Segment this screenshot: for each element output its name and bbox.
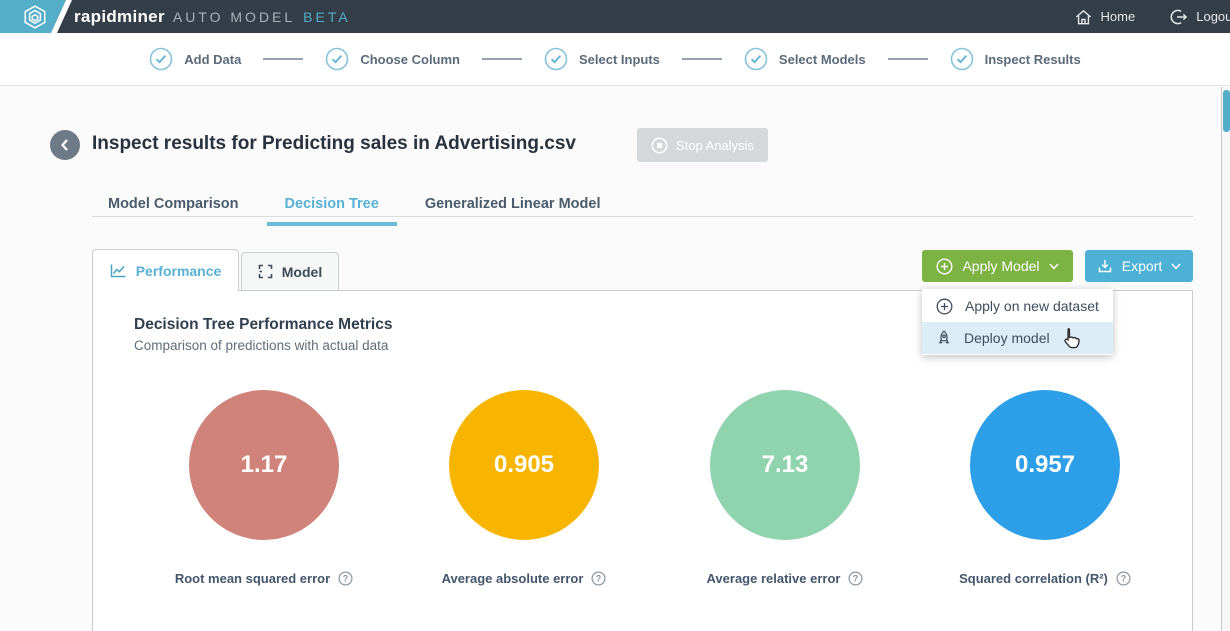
help-icon[interactable]: ? (338, 571, 353, 586)
home-label: Home (1101, 9, 1136, 24)
plus-circle-icon (936, 258, 953, 275)
tab-generalized-linear-model[interactable]: Generalized Linear Model (425, 190, 601, 226)
metric-label-text: Root mean squared error (175, 571, 330, 586)
stop-analysis-label: Stop Analysis (676, 138, 754, 153)
brand-product: AUTO MODEL (173, 9, 295, 25)
step-label: Inspect Results (985, 52, 1081, 67)
check-circle-icon (544, 47, 568, 71)
metric-circle-r-squared: 0.957 (970, 390, 1120, 540)
brand-name: rapidminer (74, 7, 165, 27)
stop-icon (651, 137, 668, 154)
home-icon (1074, 8, 1093, 26)
frame-icon (258, 264, 273, 279)
help-icon[interactable]: ? (848, 571, 863, 586)
model-tabs: Model Comparison Decision Tree Generaliz… (108, 190, 600, 226)
svg-text:?: ? (343, 574, 349, 584)
stop-analysis-button[interactable]: Stop Analysis (637, 128, 768, 162)
apply-model-menu: Apply on new dataset Deploy model (922, 289, 1113, 355)
metric-value: 0.957 (1015, 451, 1075, 479)
check-circle-icon (149, 47, 173, 71)
export-label: Export (1122, 258, 1162, 274)
metric-label-text: Average relative error (707, 571, 841, 586)
svg-text:?: ? (853, 574, 859, 584)
page-title: Inspect results for Predicting sales in … (92, 133, 576, 155)
apply-model-button[interactable]: Apply Model (922, 250, 1073, 282)
metric-label-rmse: Root mean squared error ? (114, 571, 414, 586)
metric-value: 7.13 (762, 451, 809, 479)
metric-label-text: Squared correlation (R²) (959, 571, 1108, 586)
step-connector (482, 58, 522, 60)
step-inspect-results[interactable]: Inspect Results (950, 47, 1081, 71)
scrollbar-thumb[interactable] (1223, 90, 1230, 132)
step-label: Choose Column (360, 52, 460, 67)
top-header: rapidminer AUTO MODEL BETA Home (0, 0, 1230, 33)
metric-circle-relative-error: 7.13 (710, 390, 860, 540)
metric-circle-rmse: 1.17 (189, 390, 339, 540)
step-add-data[interactable]: Add Data (149, 47, 241, 71)
metric-label-absolute-error: Average absolute error ? (374, 571, 674, 586)
step-select-models[interactable]: Select Models (744, 47, 866, 71)
logout-icon (1169, 8, 1188, 26)
metric-label-r-squared: Squared correlation (R²) ? (895, 571, 1195, 586)
rapidminer-logo-icon[interactable] (22, 4, 48, 30)
logout-button[interactable]: Logout (1169, 8, 1230, 26)
chevron-down-icon (1171, 263, 1181, 270)
menu-item-label: Apply on new dataset (965, 298, 1099, 314)
check-circle-icon (744, 47, 768, 71)
step-connector (682, 58, 722, 60)
menu-item-apply-on-new-dataset[interactable]: Apply on new dataset (922, 290, 1113, 322)
menu-item-deploy-model[interactable]: Deploy model (922, 322, 1113, 354)
line-chart-icon (110, 263, 127, 278)
menu-item-label: Deploy model (964, 330, 1050, 346)
back-button[interactable] (50, 130, 80, 160)
tab-performance[interactable]: Performance (92, 249, 239, 291)
check-circle-icon (950, 47, 974, 71)
chevron-down-icon (1049, 263, 1059, 270)
step-choose-column[interactable]: Choose Column (325, 47, 460, 71)
tab-model-comparison[interactable]: Model Comparison (108, 190, 239, 226)
step-connector (263, 58, 303, 60)
brand-text: rapidminer AUTO MODEL BETA (74, 0, 351, 33)
tab-decision-tree[interactable]: Decision Tree (285, 190, 379, 226)
home-button[interactable]: Home (1074, 8, 1136, 26)
progress-stepper: Add Data Choose Column Select Inputs (0, 33, 1230, 86)
plus-circle-icon (936, 298, 953, 315)
step-label: Add Data (184, 52, 241, 67)
step-connector (888, 58, 928, 60)
panel-subheading: Comparison of predictions with actual da… (134, 338, 388, 353)
step-label: Select Models (779, 52, 866, 67)
cursor-pointer-icon (1060, 327, 1082, 351)
tab-model[interactable]: Model (241, 252, 339, 290)
metric-value: 0.905 (494, 451, 554, 479)
metric-circle-absolute-error: 0.905 (449, 390, 599, 540)
step-label: Select Inputs (579, 52, 660, 67)
step-select-inputs[interactable]: Select Inputs (544, 47, 660, 71)
metric-label-text: Average absolute error (442, 571, 584, 586)
logout-label: Logout (1196, 9, 1230, 24)
export-button[interactable]: Export (1085, 250, 1193, 282)
apply-model-label: Apply Model (962, 258, 1039, 274)
download-icon (1097, 258, 1113, 274)
panel-heading: Decision Tree Performance Metrics (134, 316, 392, 334)
check-circle-icon (325, 47, 349, 71)
svg-text:?: ? (596, 574, 602, 584)
metric-value: 1.17 (241, 451, 288, 479)
performance-tab-label: Performance (136, 263, 222, 279)
svg-text:?: ? (1121, 574, 1127, 584)
help-icon[interactable]: ? (591, 571, 606, 586)
header-nav: Home Logout (1074, 0, 1230, 33)
model-tab-label: Model (282, 264, 322, 280)
rocket-icon (936, 330, 952, 346)
beta-badge: BETA (303, 9, 351, 25)
scrollbar-track[interactable] (1221, 87, 1230, 631)
help-icon[interactable]: ? (1116, 571, 1131, 586)
metric-label-relative-error: Average relative error ? (635, 571, 935, 586)
